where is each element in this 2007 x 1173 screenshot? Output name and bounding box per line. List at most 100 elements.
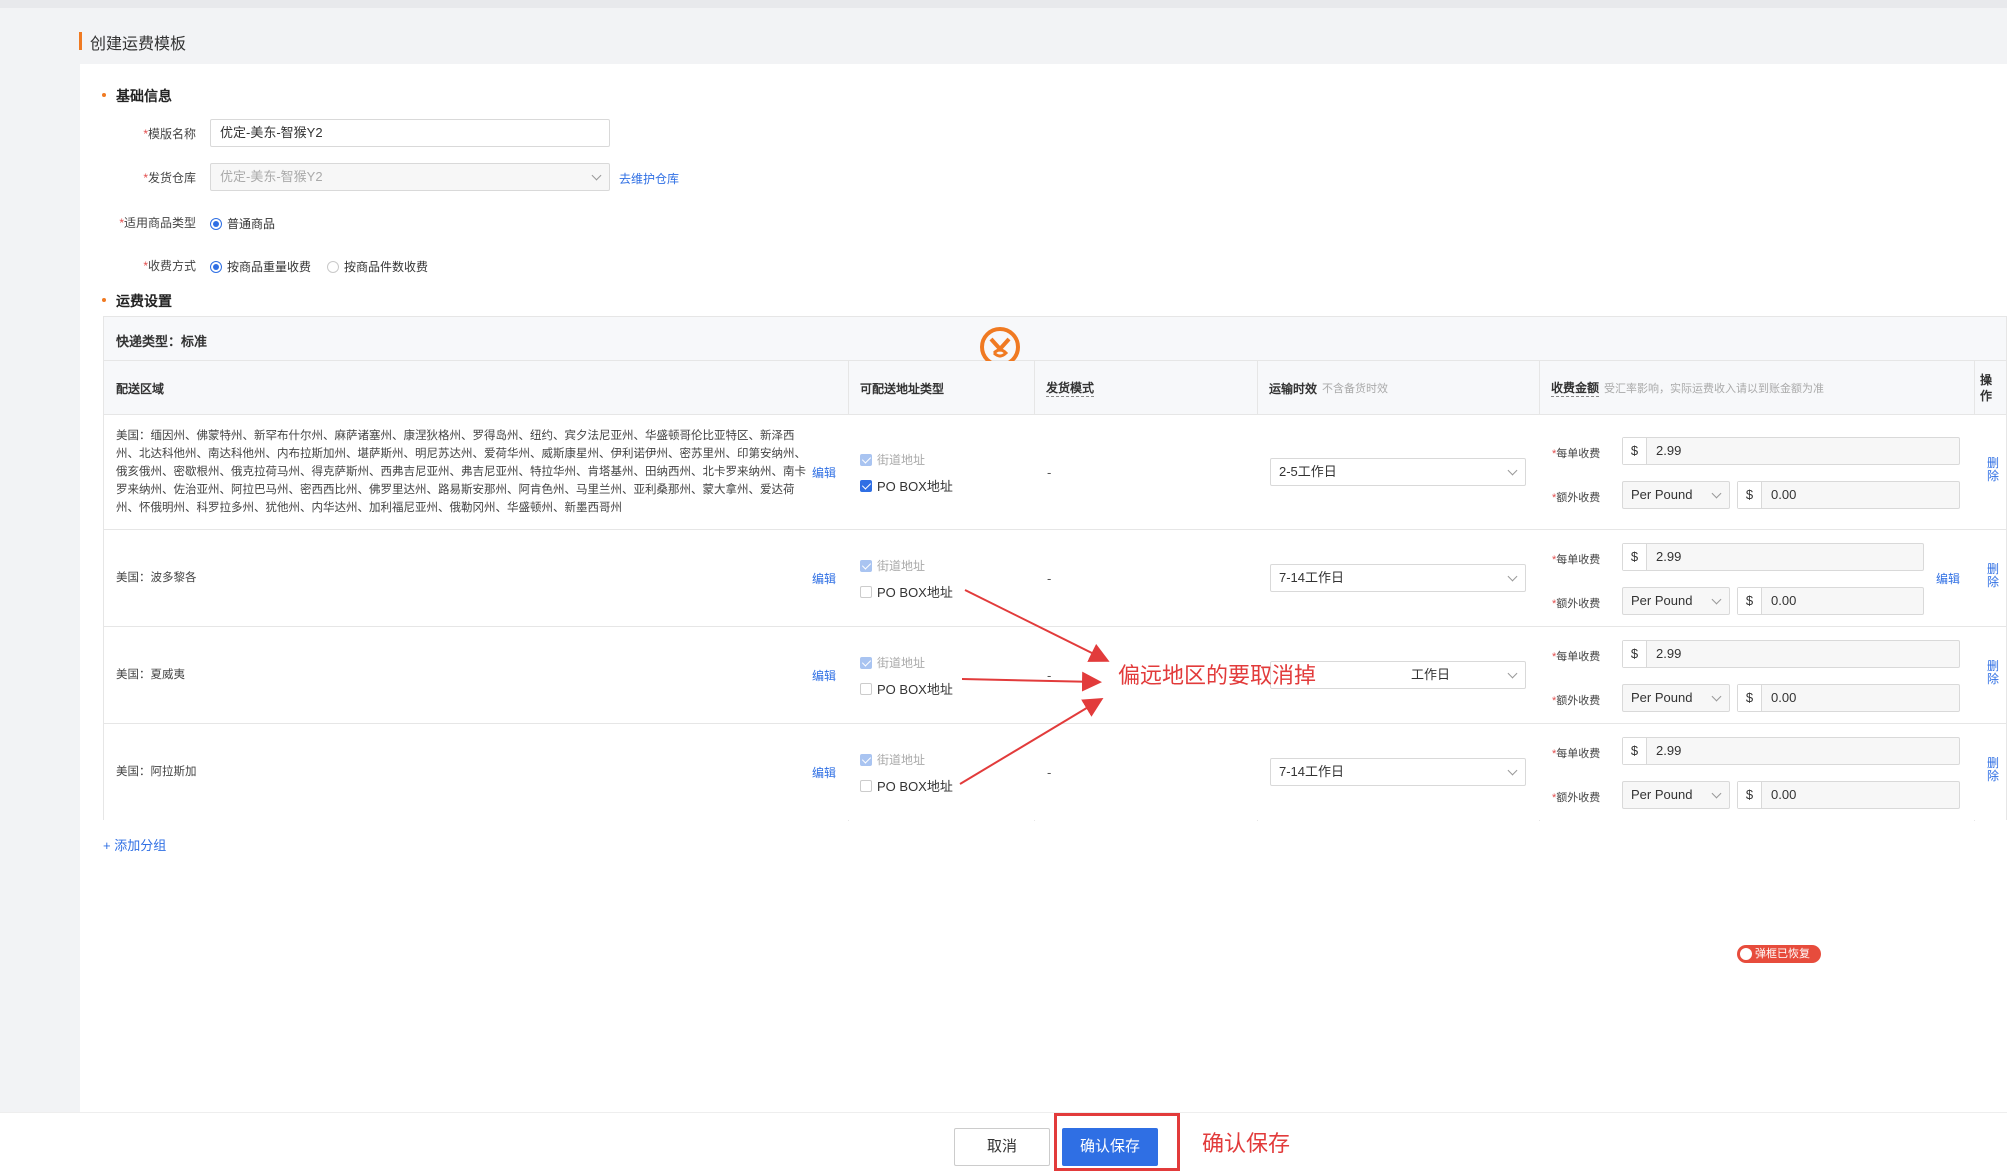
radio-selected-icon: [210, 217, 222, 230]
pobox-checkbox[interactable]: PO BOX地址: [860, 776, 953, 795]
delete-row-link[interactable]: 删除: [1987, 660, 1999, 686]
col-region: 配送区域: [116, 381, 165, 396]
chevron-down-icon: [1507, 465, 1518, 476]
chevron-down-icon: [1711, 488, 1722, 499]
extra-fee-input[interactable]: $0.00: [1737, 481, 1960, 509]
chevron-down-icon: [1507, 765, 1518, 776]
extra-fee-label: *额外收费: [1552, 598, 1601, 610]
pobox-checkbox[interactable]: PO BOX地址: [860, 582, 953, 601]
maintain-warehouse-link[interactable]: 去维护仓库: [619, 170, 679, 187]
ship-mode-value: -: [1047, 465, 1052, 480]
save-highlight-box: [1054, 1113, 1180, 1171]
warehouse-select[interactable]: 优定-美东-智猴Y2: [210, 163, 610, 191]
region-text: 美国：阿拉斯加: [116, 766, 197, 778]
edit-region-link[interactable]: 编辑: [812, 464, 836, 481]
transit-select[interactable]: 7-14工作日: [1270, 564, 1526, 592]
checkbox-checked-icon: [860, 656, 872, 669]
per-order-input[interactable]: $2.99: [1622, 737, 1960, 765]
chevron-down-icon: [1711, 691, 1722, 702]
extra-fee-input[interactable]: $0.00: [1737, 587, 1924, 615]
ship-mode-value: -: [1047, 571, 1052, 586]
chevron-down-icon: [1507, 571, 1518, 582]
title-bar: [0, 8, 2007, 64]
edit-region-link[interactable]: 编辑: [812, 570, 836, 587]
table-header: 配送区域 可配送地址类型 发货模式 运输时效 不含备货时效 收费金额 受汇率影响，实…: [104, 361, 2006, 415]
basic-info-heading: 基础信息: [102, 86, 172, 106]
extra-fee-label: *额外收费: [1552, 695, 1601, 707]
per-order-label: *每单收费: [1552, 651, 1601, 663]
region-text: 美国：波多黎各: [116, 572, 197, 584]
warehouse-label: *发货仓库: [143, 171, 196, 185]
freight-table: 快递类型：标准 配送区域 可配送地址类型 发货模式 运输时效 不含备货时效 收费金…: [103, 316, 2007, 821]
col-transit: 运输时效 不含备货时效: [1269, 381, 1389, 396]
page-title: 创建运费模板: [90, 36, 187, 53]
cancel-button[interactable]: 取消: [954, 1128, 1050, 1166]
title-accent-bar: [79, 32, 82, 50]
charge-radio-piece[interactable]: 按商品件数收费: [327, 258, 428, 275]
top-strip: [0, 0, 2007, 8]
checkbox-checked-icon: [860, 479, 872, 492]
extra-fee-input[interactable]: $0.00: [1737, 684, 1960, 712]
extra-fee-label: *额外收费: [1552, 792, 1601, 804]
region-text: 美国：缅因州、佛蒙特州、新罕布什尔州、麻萨诸塞州、康涅狄格州、罗得岛州、纽约、宾…: [116, 430, 806, 514]
delete-row-link[interactable]: 删除: [1987, 457, 1999, 483]
radio-unselected-icon: [327, 260, 339, 273]
popup-restored-toggle[interactable]: 弹框已恢复: [1737, 945, 1821, 963]
street-address-checkbox[interactable]: 街道地址: [860, 751, 925, 768]
delete-row-link[interactable]: 删除: [1987, 563, 1999, 589]
checkbox-unchecked-icon: [860, 585, 872, 598]
table-row: 美国：缅因州、佛蒙特州、新罕布什尔州、麻萨诸塞州、康涅狄格州、罗得岛州、纽约、宾…: [104, 415, 2006, 530]
edit-region-link[interactable]: 编辑: [812, 667, 836, 684]
col-op: 操作: [1980, 373, 1993, 403]
freight-settings-heading: 运费设置: [102, 291, 172, 311]
extra-fee-input[interactable]: $0.00: [1737, 781, 1960, 809]
chevron-down-icon: [1507, 668, 1518, 679]
extra-fee-label: *额外收费: [1552, 492, 1601, 504]
ship-mode-value: -: [1047, 668, 1052, 683]
radio-selected-icon: [210, 260, 222, 273]
transit-select[interactable]: 7-14工作日: [1270, 758, 1526, 786]
extra-unit-select[interactable]: Per Pound: [1622, 684, 1730, 712]
add-group-link[interactable]: + 添加分组: [103, 835, 166, 854]
delete-row-link[interactable]: 删除: [1987, 757, 1999, 783]
per-order-input[interactable]: $2.99: [1622, 543, 1924, 571]
template-name-label: *模版名称: [143, 127, 196, 141]
checkbox-unchecked-icon: [860, 682, 872, 695]
template-name-input[interactable]: 优定-美东-智猴Y2: [210, 119, 610, 147]
col-ship-mode: 发货模式: [1046, 381, 1095, 397]
street-address-checkbox[interactable]: 街道地址: [860, 451, 925, 468]
checkbox-checked-icon: [860, 753, 872, 766]
per-order-label: *每单收费: [1552, 554, 1601, 566]
save-annotation: 确认保存: [1202, 1131, 1291, 1156]
col-address-type: 可配送地址类型: [860, 381, 945, 396]
pobox-checkbox[interactable]: PO BOX地址: [860, 476, 953, 495]
edit-region-link[interactable]: 编辑: [812, 764, 836, 781]
per-order-input[interactable]: $2.99: [1622, 640, 1960, 668]
street-address-checkbox[interactable]: 街道地址: [860, 654, 925, 671]
per-order-label: *每单收费: [1552, 748, 1601, 760]
goods-type-label: *适用商品类型: [119, 216, 196, 230]
per-order-label: *每单收费: [1552, 448, 1601, 460]
table-row: 美国：夏威夷 编辑 街道地址 PO BOX地址 - 工作日 *每单收费 $2.9…: [104, 627, 2006, 724]
per-order-input[interactable]: $2.99: [1622, 437, 1960, 465]
col-fee: 收费金额 受汇率影响，实际运费收入请以到账金额为准: [1551, 381, 1825, 397]
transit-select[interactable]: 2-5工作日: [1270, 458, 1526, 486]
charge-method-label: *收费方式: [143, 259, 196, 273]
edit-fee-link[interactable]: 编辑: [1936, 570, 1960, 587]
charge-radio-weight[interactable]: 按商品重量收费: [210, 258, 311, 275]
extra-unit-select[interactable]: Per Pound: [1622, 781, 1730, 809]
express-type-label: 快递类型：标准: [116, 334, 208, 349]
table-row: 美国：波多黎各 编辑 街道地址 PO BOX地址 - 7-14工作日 *每单收费…: [104, 530, 2006, 627]
chevron-down-icon: [1711, 788, 1722, 799]
pobox-checkbox[interactable]: PO BOX地址: [860, 679, 953, 698]
goods-type-radio-normal[interactable]: 普通商品: [210, 215, 275, 232]
ship-mode-value: -: [1047, 765, 1052, 780]
chevron-down-icon: [1711, 594, 1722, 605]
extra-unit-select[interactable]: Per Pound: [1622, 587, 1730, 615]
chevron-down-icon: [591, 170, 602, 181]
street-address-checkbox[interactable]: 街道地址: [860, 557, 925, 574]
checkbox-unchecked-icon: [860, 779, 872, 792]
table-row: 美国：阿拉斯加 编辑 街道地址 PO BOX地址 - 7-14工作日 *每单收费…: [104, 724, 2006, 820]
checkbox-checked-icon: [860, 453, 872, 466]
extra-unit-select[interactable]: Per Pound: [1622, 481, 1730, 509]
